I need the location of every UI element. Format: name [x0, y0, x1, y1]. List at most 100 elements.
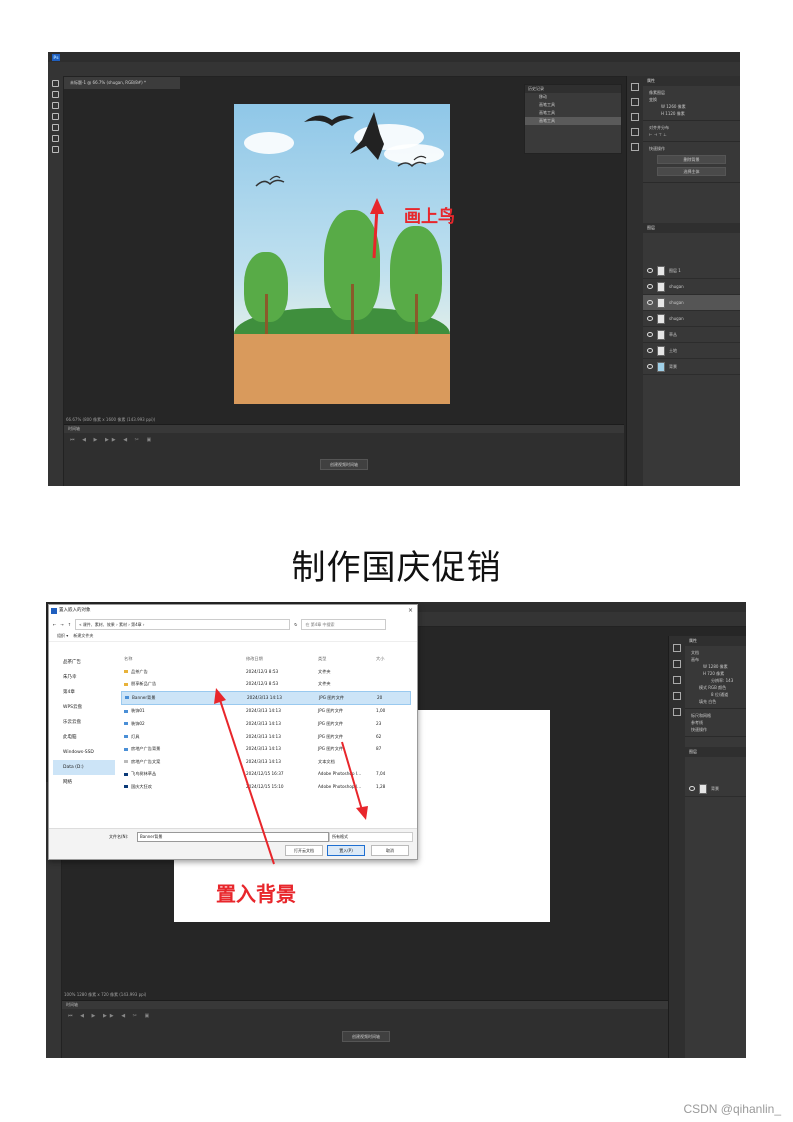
timeline-controls[interactable]: ⏮ ◀ ▶ ▶▶ ◀ ✂ ▣: [62, 1009, 670, 1023]
file-row[interactable]: 朋享新品广告 2024/12/3 8:53 文件夹: [121, 678, 411, 691]
eye-icon[interactable]: [647, 332, 653, 337]
search-input[interactable]: 在 第4章 中搜索: [301, 618, 387, 630]
nav-item[interactable]: Data (D:): [53, 760, 115, 775]
file-row-selected[interactable]: Banner背景 2024/3/13 14:13 JPG 图片文件 20: [121, 690, 411, 706]
timeline-controls[interactable]: ⏮ ◀ ▶ ▶▶ ◀ ✂ ▣: [64, 433, 624, 447]
move-tool-icon[interactable]: [52, 80, 59, 87]
organize-button[interactable]: 组织 ▾: [57, 633, 68, 638]
nav-item[interactable]: 乐云云盘: [53, 715, 115, 730]
column-size[interactable]: 大小: [373, 653, 411, 666]
select-subject-button[interactable]: 选择主体: [657, 167, 726, 176]
paragraph-icon[interactable]: [631, 128, 639, 136]
timeline-tab[interactable]: 时间轴: [64, 425, 624, 433]
history-tab[interactable]: 历史记录: [525, 85, 621, 93]
file-row[interactable]: 装饰02 2024/3/13 14:13 JPG 图片文件 23: [121, 718, 411, 731]
layer-thumbnail: [657, 297, 665, 308]
column-name[interactable]: 名称: [121, 653, 243, 666]
file-row[interactable]: 国庆大狂欢 2024/12/15 15:10 Adobe Photoshop I..…: [121, 781, 411, 794]
paragraph-icon[interactable]: [673, 692, 681, 700]
zoom-tool-icon[interactable]: [52, 146, 59, 153]
layer-row[interactable]: shugan: [643, 311, 740, 327]
history-item[interactable]: 移动: [525, 93, 621, 101]
place-button[interactable]: 置入(P): [327, 845, 365, 856]
close-icon[interactable]: ×: [408, 605, 413, 617]
eye-icon[interactable]: [689, 786, 695, 791]
history-icon[interactable]: [631, 83, 639, 91]
character-icon[interactable]: [631, 113, 639, 121]
eye-icon[interactable]: [647, 268, 653, 273]
nav-item[interactable]: 此电脑: [53, 730, 115, 745]
layers-tab[interactable]: 图层: [685, 747, 746, 757]
eye-icon[interactable]: [647, 300, 653, 305]
nav-item[interactable]: 品茶广告: [53, 655, 115, 670]
layers-tab[interactable]: 图层: [643, 223, 740, 233]
nav-item[interactable]: Windows-SSD: [53, 745, 115, 760]
properties-tab[interactable]: 属性: [685, 636, 746, 646]
layer-row[interactable]: shugan: [643, 295, 740, 311]
tools-icon[interactable]: [673, 708, 681, 716]
text-tool-icon[interactable]: [52, 135, 59, 142]
file-row[interactable]: 灯具 2024/3/13 14:13 JPG 图片文件 62: [121, 731, 411, 744]
height-field[interactable]: H 1120 像素: [649, 110, 734, 117]
history-item[interactable]: 画笔工具: [525, 109, 621, 117]
character-icon[interactable]: [673, 676, 681, 684]
file-row[interactable]: 品茶广告 2024/12/3 8:53 文件夹: [121, 666, 411, 679]
nav-item[interactable]: 第4章: [53, 685, 115, 700]
file-row[interactable]: 装饰01 2024/3/13 14:13 JPG 图片文件 1,00: [121, 705, 411, 718]
column-type[interactable]: 类型: [315, 653, 373, 666]
column-date[interactable]: 修改日期: [243, 653, 315, 666]
nav-item[interactable]: WPS云盘: [53, 700, 115, 715]
layer-row[interactable]: 背景: [685, 781, 746, 797]
bits-field[interactable]: 8 位/通道: [691, 691, 740, 698]
fill-field[interactable]: 填充 白色: [691, 698, 740, 705]
address-bar[interactable]: « 课件、素材、效果 › 素材 › 第4章 ›: [75, 618, 291, 630]
dialog-footer: 文件名(N): Banner背景 所有格式 打开云文档 置入(P) 取消: [49, 828, 417, 859]
filename-input[interactable]: Banner背景: [137, 832, 329, 842]
cancel-button[interactable]: 取消: [371, 845, 409, 856]
create-video-timeline-button[interactable]: 创建视频时间轴: [320, 459, 368, 470]
file-name: 国庆大狂欢: [131, 783, 152, 789]
document-tab[interactable]: 未标题-1 @ 66.7% (shugan, RGB/8#) *: [64, 77, 180, 89]
up-icon[interactable]: ↑: [68, 622, 71, 627]
mode-field[interactable]: 模式 RGB 颜色: [691, 684, 740, 691]
height-field[interactable]: H 720 像素: [691, 670, 740, 677]
width-field[interactable]: W 1260 像素: [649, 103, 734, 110]
marquee-tool-icon[interactable]: [52, 91, 59, 98]
eye-icon[interactable]: [647, 284, 653, 289]
filetype-select[interactable]: 所有格式: [329, 832, 413, 842]
history-item[interactable]: 画笔工具: [525, 117, 621, 125]
layer-row[interactable]: shugan: [643, 279, 740, 295]
remove-background-button[interactable]: 删除背景: [657, 155, 726, 164]
back-icon[interactable]: ←: [53, 622, 56, 627]
timeline-tab[interactable]: 时间轴: [62, 1001, 670, 1009]
refresh-icon[interactable]: ↻: [294, 622, 297, 627]
layer-row[interactable]: 土地: [643, 343, 740, 359]
open-cloud-document-button[interactable]: 打开云文档: [285, 845, 323, 856]
resolution-field[interactable]: 分辨率: 143: [691, 677, 740, 684]
new-folder-button[interactable]: 新建文件夹: [73, 633, 93, 638]
eraser-tool-icon[interactable]: [52, 124, 59, 131]
history-icon[interactable]: [673, 644, 681, 652]
width-field[interactable]: W 1280 像素: [691, 663, 740, 670]
eye-icon[interactable]: [647, 364, 653, 369]
brush-tool-icon[interactable]: [52, 113, 59, 120]
file-row[interactable]: 飞鸟树林草丛 2024/12/15 16:37 Adobe Photoshop I.…: [121, 768, 411, 781]
properties-tab[interactable]: 属性: [643, 76, 740, 86]
tools-icon[interactable]: [631, 143, 639, 151]
align-icons[interactable]: ⊢ ⊣ ⊤ ⊥: [649, 131, 734, 138]
layer-row[interactable]: 背景: [643, 359, 740, 375]
create-video-timeline-button[interactable]: 创建视频时间轴: [342, 1031, 390, 1042]
file-row[interactable]: 房地产广告背景 2024/3/13 14:13 JPG 图片文件 87: [121, 743, 411, 756]
history-item[interactable]: 画笔工具: [525, 101, 621, 109]
file-row[interactable]: 房地产广告文案 2024/3/13 14:13 文本文档: [121, 756, 411, 769]
forward-icon[interactable]: →: [60, 622, 63, 627]
lasso-tool-icon[interactable]: [52, 102, 59, 109]
layer-row[interactable]: 草丛: [643, 327, 740, 343]
nav-item[interactable]: 网络: [53, 775, 115, 790]
eye-icon[interactable]: [647, 348, 653, 353]
layer-row[interactable]: 图层 1: [643, 263, 740, 279]
nav-item[interactable]: 朱乃幸: [53, 670, 115, 685]
adjust-icon[interactable]: [673, 660, 681, 668]
adjust-icon[interactable]: [631, 98, 639, 106]
eye-icon[interactable]: [647, 316, 653, 321]
